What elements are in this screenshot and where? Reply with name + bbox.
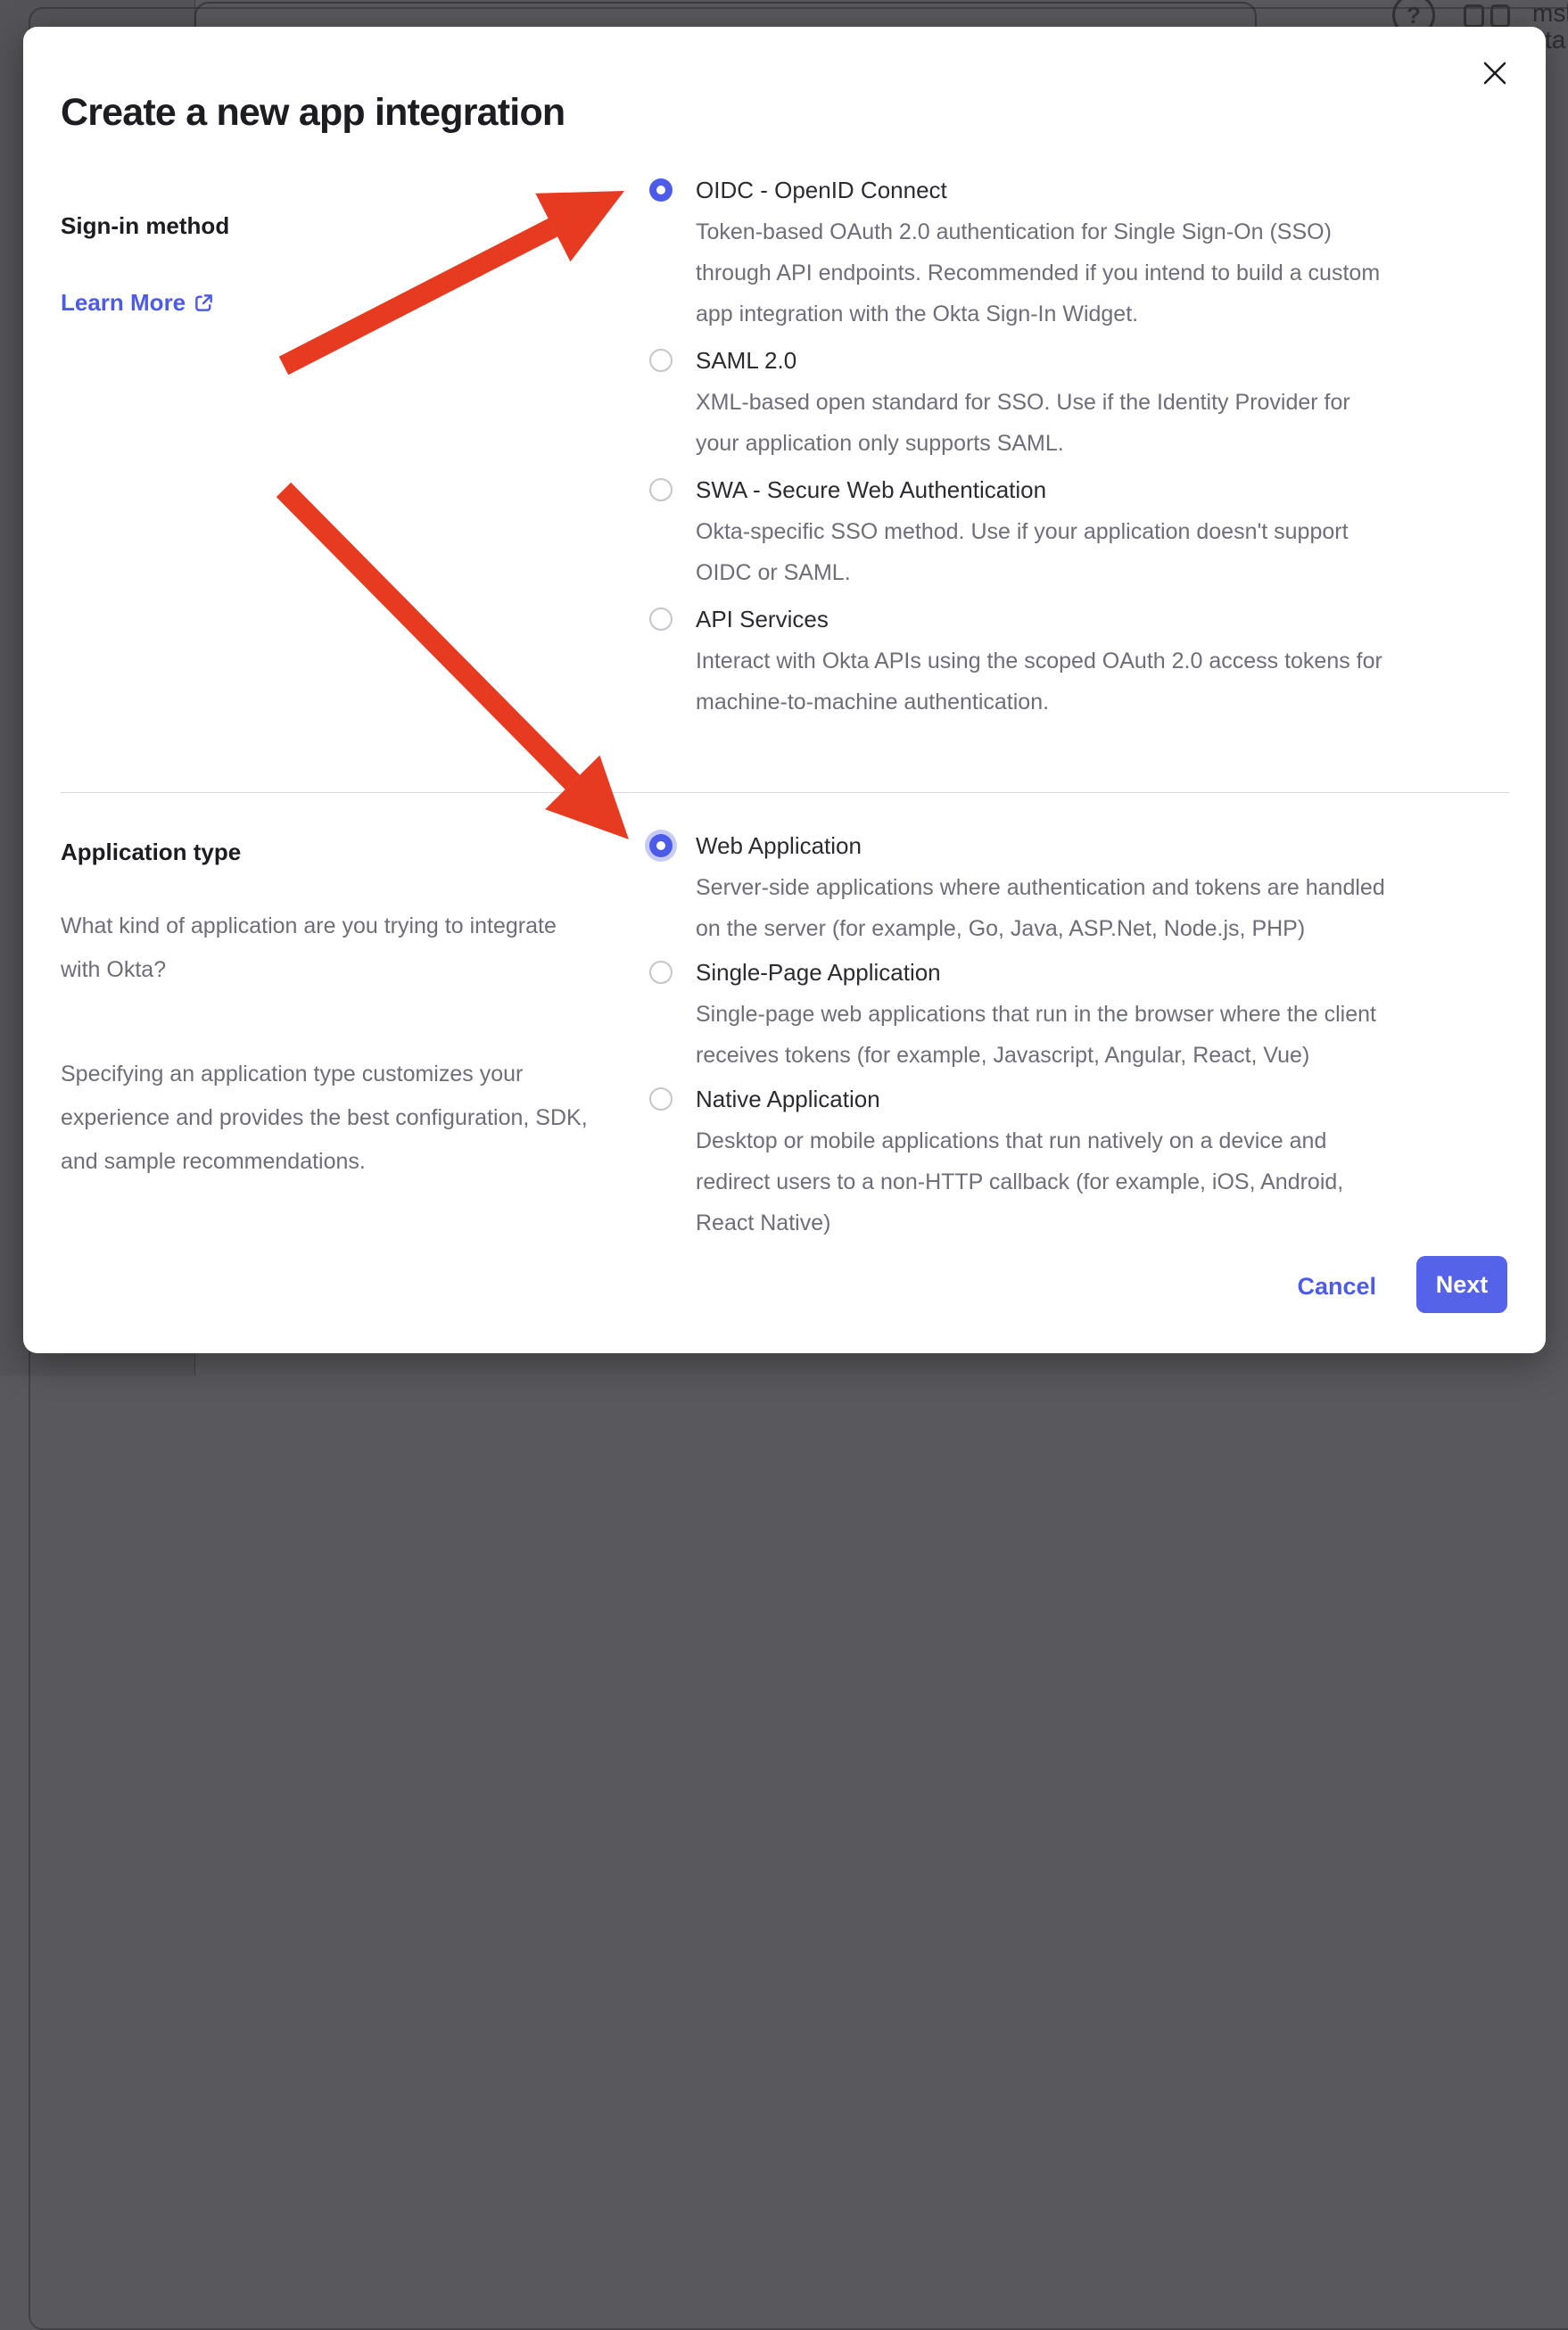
signin-radio-api-services[interactable] xyxy=(649,607,673,631)
signin-row-oidc-openid-connect: OIDC - OpenID Connect Token-based OAuth … xyxy=(649,173,1399,335)
apptype-label-native-application[interactable]: Native Application xyxy=(696,1082,1399,1116)
apptype-label-single-page-application[interactable]: Single-Page Application xyxy=(696,955,1399,989)
dialog-title: Create a new app integration xyxy=(61,91,565,135)
apptype-row-web-application: Web Application Server-side applications… xyxy=(649,829,1399,949)
signin-row-api-services: API Services Interact with Okta APIs usi… xyxy=(649,602,1399,723)
learn-more-link[interactable]: Learn More xyxy=(61,289,214,317)
apptype-label-web-application[interactable]: Web Application xyxy=(696,829,1399,863)
application-type-heading: Application type xyxy=(61,839,241,866)
signin-description-swa-secure-web-authentication: Okta-specific SSO method. Use if your ap… xyxy=(696,511,1399,593)
signin-radio-swa-secure-web-authentication[interactable] xyxy=(649,478,673,501)
learn-more-label: Learn More xyxy=(61,289,186,317)
apptype-row-single-page-application: Single-Page Application Single-page web … xyxy=(649,955,1399,1076)
apptype-radio-web-application[interactable] xyxy=(649,834,673,857)
signin-row-swa-secure-web-authentication: SWA - Secure Web Authentication Okta-spe… xyxy=(649,473,1399,593)
application-type-explanation: Specifying an application type customize… xyxy=(61,1053,596,1184)
next-button[interactable]: Next xyxy=(1416,1256,1507,1313)
apptype-row-native-application: Native Application Desktop or mobile app… xyxy=(649,1082,1399,1243)
signin-description-oidc-openid-connect: Token-based OAuth 2.0 authentication for… xyxy=(696,211,1399,335)
apptype-description-single-page-application: Single-page web applications that run in… xyxy=(696,994,1399,1076)
apptype-radio-single-page-application[interactable] xyxy=(649,961,673,984)
cancel-button[interactable]: Cancel xyxy=(1297,1269,1376,1303)
apptype-description-native-application: Desktop or mobile applications that run … xyxy=(696,1120,1399,1243)
signin-row-saml-2-0: SAML 2.0 XML-based open standard for SSO… xyxy=(649,343,1399,464)
signin-label-api-services[interactable]: API Services xyxy=(696,602,1399,636)
signin-label-saml-2-0[interactable]: SAML 2.0 xyxy=(696,343,1399,377)
apptype-radio-native-application[interactable] xyxy=(649,1087,673,1111)
signin-radio-oidc-openid-connect[interactable] xyxy=(649,178,673,202)
signin-label-oidc-openid-connect[interactable]: OIDC - OpenID Connect xyxy=(696,173,1399,207)
signin-label-swa-secure-web-authentication[interactable]: SWA - Secure Web Authentication xyxy=(696,473,1399,507)
create-app-integration-dialog: Create a new app integration Sign-in met… xyxy=(23,27,1546,1353)
apps-grid-icon xyxy=(1464,4,1510,24)
signin-radio-saml-2-0[interactable] xyxy=(649,349,673,372)
application-type-question: What kind of application are you trying … xyxy=(61,905,596,992)
apptype-description-web-application: Server-side applications where authentic… xyxy=(696,867,1399,949)
section-divider xyxy=(61,792,1509,793)
signin-description-api-services: Interact with Okta APIs using the scoped… xyxy=(696,640,1399,723)
close-icon xyxy=(1483,62,1506,85)
signin-method-heading: Sign-in method xyxy=(61,212,229,240)
close-button[interactable] xyxy=(1477,55,1513,91)
external-link-icon xyxy=(194,293,214,313)
account-text-line1: msh xyxy=(1532,0,1568,27)
signin-description-saml-2-0: XML-based open standard for SSO. Use if … xyxy=(696,382,1399,464)
